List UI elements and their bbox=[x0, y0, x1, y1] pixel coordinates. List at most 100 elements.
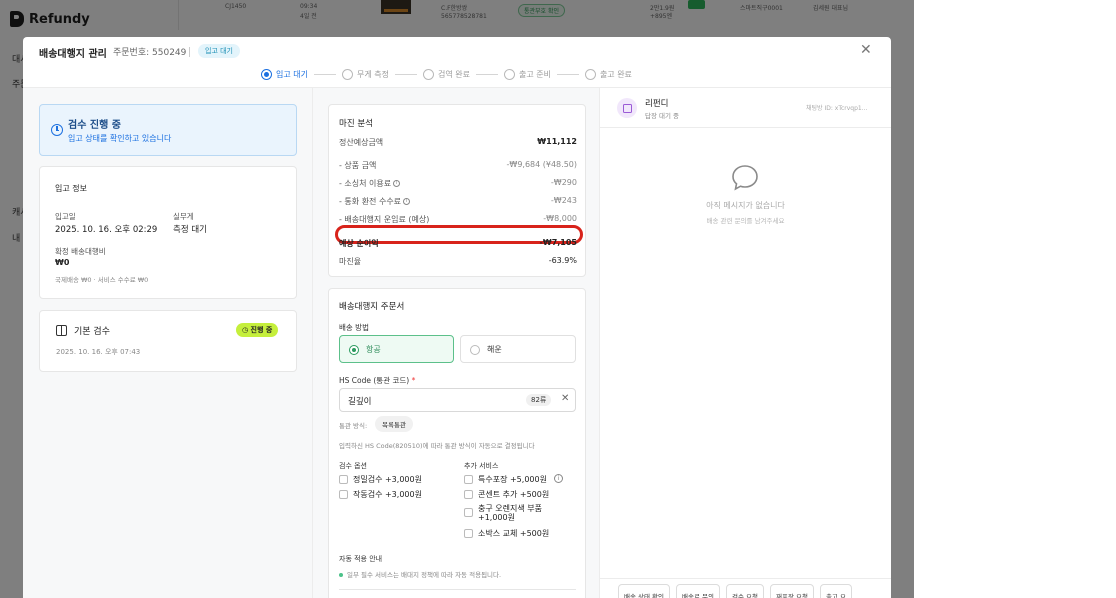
hs-value: 길깊이 bbox=[348, 397, 372, 407]
required-mark: * bbox=[411, 376, 416, 385]
service-special-pack[interactable]: 특수포장 +5,000원 i bbox=[464, 474, 563, 485]
step-dot-icon bbox=[584, 68, 596, 80]
option-label: 특수포장 +5,000원 bbox=[478, 475, 547, 484]
order-column: 마진 분석 정산예상금액 ₩11,112 - 상품 금액 -₩9,684 (¥4… bbox=[313, 88, 600, 598]
shipping-option-air[interactable]: 항공 bbox=[339, 335, 454, 363]
checkbox-icon bbox=[339, 475, 348, 484]
option-function-check[interactable]: 작동검수 +3,000원 bbox=[339, 489, 422, 500]
chat-header: 리펀디 답장 대기 중 채팅방 ID: xTcrvqp1... bbox=[600, 88, 891, 128]
option-label: 정밀검수 +3,000원 bbox=[353, 475, 422, 484]
inspection-options-label: 검수 옵션 bbox=[339, 462, 367, 470]
quick-button-fee[interactable]: 배송료 문의 bbox=[676, 584, 720, 598]
option-label: 작동검수 +3,000원 bbox=[353, 490, 422, 499]
card-title: 마진 분석 bbox=[339, 119, 373, 129]
step-label: 무게 측정 bbox=[356, 69, 389, 79]
step-quarantine: 검역 완료 bbox=[422, 68, 470, 80]
extra-services-label: 추가 서비스 bbox=[464, 462, 499, 470]
step-dot-icon bbox=[503, 68, 515, 80]
card-title: 배송대행지 주문서 bbox=[339, 302, 405, 312]
check-title: 기본 검수 bbox=[74, 327, 110, 337]
service-box-swap[interactable]: 소박스 교체 +500원 bbox=[464, 528, 549, 539]
service-outlet[interactable]: 콘센트 추가 +500원 bbox=[464, 489, 549, 500]
hs-code-input[interactable]: 길깊이 82류 ✕ bbox=[339, 388, 576, 412]
empty-subtitle: 배송 관련 문의를 남겨주세요 bbox=[706, 217, 785, 225]
margin-row: 예상 순이익 -₩7,105 bbox=[339, 238, 577, 250]
service-orange-part[interactable]: 충구 오렌지색 부품 +1,000원 bbox=[464, 504, 564, 522]
checkbox-icon bbox=[339, 490, 348, 499]
checkbox-icon bbox=[464, 529, 473, 538]
method-label: 배송 방법 bbox=[339, 323, 369, 332]
shipping-option-sea[interactable]: 해운 bbox=[460, 335, 576, 363]
fee-label: 확정 배송대행비 bbox=[55, 247, 106, 256]
bullet-icon bbox=[339, 573, 343, 577]
clear-icon[interactable]: ✕ bbox=[561, 393, 569, 404]
row-value: -₩243 bbox=[550, 196, 577, 205]
row-label: - 통화 환전 수수료 bbox=[339, 197, 402, 206]
quick-button-release[interactable]: 출고 요 bbox=[819, 584, 852, 598]
card-title: 입고 정보 bbox=[55, 184, 87, 193]
box-icon bbox=[56, 325, 67, 336]
row-value: -₩9,684 (¥48.50) bbox=[506, 160, 577, 169]
shipping-agent-modal: 배송대행지 관리 주문번호: 550249 입고 대기 ✕ 입고 대기 무게 측… bbox=[23, 37, 891, 598]
row-label: - 배송대행지 운임료 (예상) bbox=[339, 215, 430, 224]
chat-room-id: 채팅방 ID: xTcrvqp1... bbox=[806, 105, 868, 112]
option-label: 해운 bbox=[487, 345, 502, 354]
avatar bbox=[617, 98, 637, 118]
option-label: 소박스 교체 +500원 bbox=[478, 529, 550, 538]
step-dot-icon bbox=[261, 68, 272, 80]
inspection-title: 검수 진행 중 bbox=[68, 120, 121, 131]
margin-row: - 통화 환전 수수료 i -₩243 bbox=[339, 196, 577, 208]
receiving-info-card: 입고 정보 입고일 2025. 10. 16. 오후 02:29 실무게 측정 … bbox=[39, 166, 297, 299]
row-label-wrap: - 통화 환전 수수료 i bbox=[339, 196, 411, 207]
step-connector bbox=[394, 73, 417, 75]
margin-row: - 상품 금액 -₩9,684 (¥48.50) bbox=[339, 160, 577, 172]
chat-footer-divider bbox=[600, 578, 891, 579]
step-received: 입고 대기 bbox=[261, 68, 308, 80]
option-label: 충구 오렌지색 부품 +1,000원 bbox=[478, 504, 542, 522]
hs-note: 입력하신 HS Code(820510)에 따라 통관 방식이 자동으로 결정됩… bbox=[339, 442, 535, 450]
empty-title: 아직 메시지가 없습니다 bbox=[706, 201, 785, 210]
quick-button-status[interactable]: 배송 상태 확인 bbox=[618, 584, 671, 598]
auto-apply-note: 일부 필수 서비스는 배대지 정책에 따라 자동 적용됩니다. bbox=[347, 571, 502, 579]
step-dot-icon bbox=[422, 68, 434, 80]
date-value: 2025. 10. 16. 오후 02:29 bbox=[55, 225, 158, 235]
modal-title: 배송대행지 관리 bbox=[39, 49, 107, 60]
header-separator bbox=[189, 47, 190, 57]
fee-breakdown: 국제배송 ₩0 · 서비스 수수료 ₩0 bbox=[55, 276, 149, 284]
info-icon[interactable]: i bbox=[393, 180, 401, 187]
auto-apply-label: 자동 적용 안내 bbox=[339, 555, 383, 563]
step-label: 검역 완료 bbox=[437, 69, 470, 79]
quick-button-repack[interactable]: 재포장 요청 bbox=[769, 584, 814, 598]
radio-icon bbox=[349, 345, 359, 355]
step-ready: 출고 준비 bbox=[503, 68, 551, 80]
auto-apply-note-wrap: 일부 필수 서비스는 배대지 정책에 따라 자동 적용됩니다. bbox=[339, 569, 501, 579]
row-label: 마진율 bbox=[339, 257, 362, 266]
info-icon[interactable]: i bbox=[403, 198, 411, 205]
info-icon[interactable]: i bbox=[553, 474, 563, 483]
status-badge: 입고 대기 bbox=[198, 44, 240, 58]
weight-value: 측정 대기 bbox=[173, 225, 207, 235]
order-number: 주문번호: 550249 bbox=[113, 48, 187, 58]
modal-header: 배송대행지 관리 주문번호: 550249 입고 대기 ✕ 입고 대기 무게 측… bbox=[23, 37, 891, 87]
margin-row: 마진율 -63.9% bbox=[339, 256, 577, 268]
hs-label-wrap: HS Code (통관 코드) * bbox=[339, 375, 415, 386]
progress-stepper: 입고 대기 무게 측정 검역 완료 출고 준비 출고 완료 bbox=[261, 67, 632, 81]
option-label: 콘센트 추가 +500원 bbox=[478, 490, 550, 499]
option-precise-check[interactable]: 정밀검수 +3,000원 bbox=[339, 474, 422, 485]
divider bbox=[339, 589, 576, 590]
row-label-wrap: - 소싱처 이용료 i bbox=[339, 178, 401, 189]
check-date: 2025. 10. 16. 오후 07:43 bbox=[56, 348, 141, 356]
radio-icon bbox=[470, 345, 480, 355]
step-connector bbox=[313, 73, 336, 75]
close-icon[interactable]: ✕ bbox=[860, 42, 872, 58]
quick-button-inspection[interactable]: 검수 요청 bbox=[725, 584, 764, 598]
step-connector bbox=[475, 73, 498, 75]
row-label: 예상 순이익 bbox=[339, 239, 379, 248]
chat-bubble-icon bbox=[732, 165, 758, 191]
progress-badge: ◷ 진행 중 bbox=[236, 323, 279, 337]
row-value: -63.9% bbox=[548, 256, 577, 265]
weight-label: 실무게 bbox=[173, 212, 194, 221]
chat-panel: 리펀디 답장 대기 중 채팅방 ID: xTcrvqp1... 아직 메시지가 … bbox=[600, 88, 891, 598]
step-label: 입고 대기 bbox=[276, 69, 308, 79]
step-shipped: 출고 완료 bbox=[584, 68, 632, 80]
